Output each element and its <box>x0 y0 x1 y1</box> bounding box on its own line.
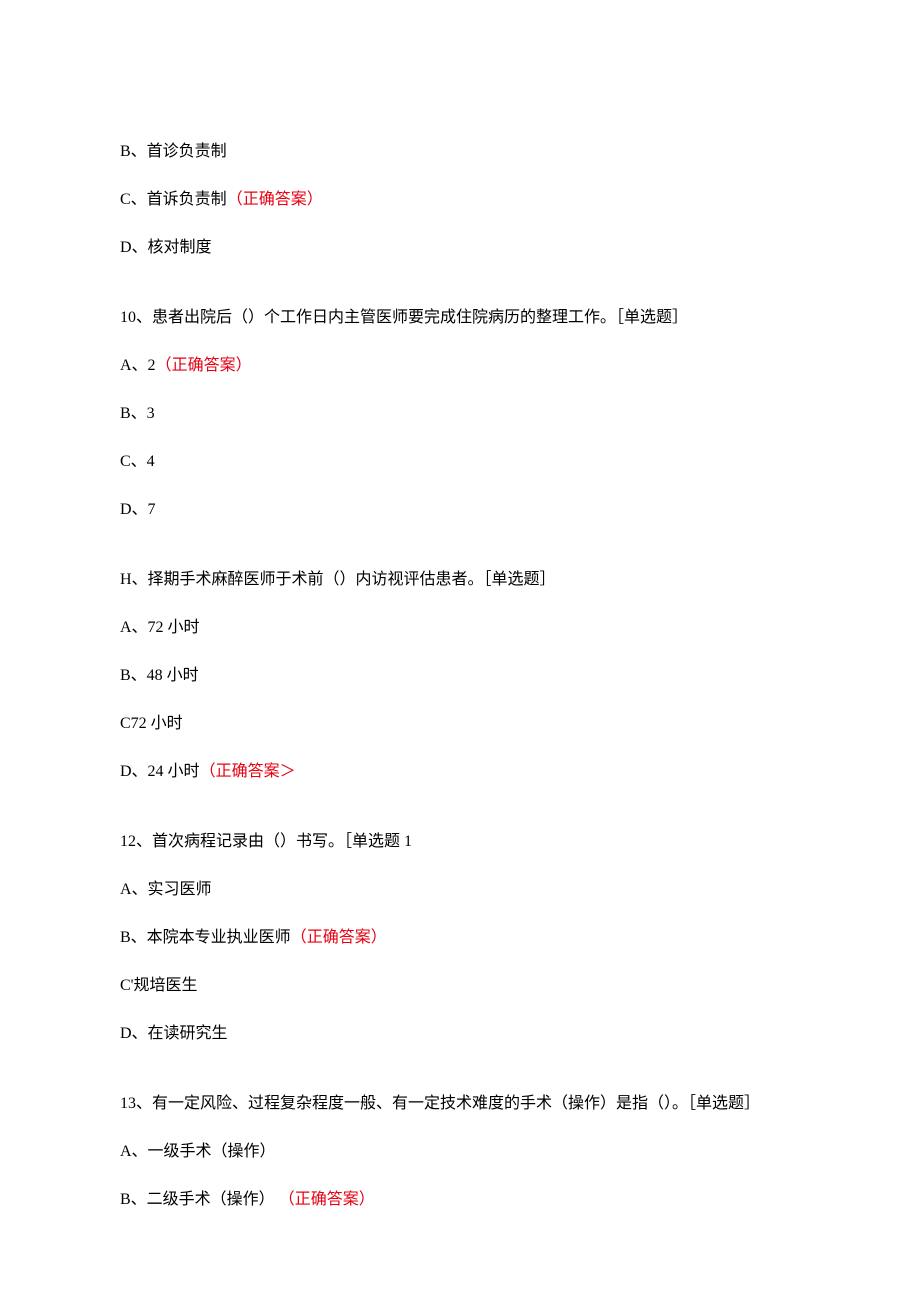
q13-option-a: A、一级手术（操作） <box>120 1140 800 1164</box>
correct-answer-label: （正确答案＞ <box>200 763 296 780</box>
q10-option-d: D、7 <box>120 498 800 522</box>
q12-option-a: A、实习医师 <box>120 878 800 902</box>
correct-answer-label: （正确答案） <box>227 191 323 208</box>
q9-option-b: B、首诊负责制 <box>120 140 800 164</box>
q10-stem: 10、患者出院后（）个工作日内主管医师要完成住院病历的整理工作。［单选题］ <box>120 306 800 330</box>
q10-option-b: B、3 <box>120 402 800 426</box>
q11-option-d: D、24 小时（正确答案＞ <box>120 760 800 784</box>
q11-stem: H、择期手术麻醉医师于术前（）内访视评估患者。［单选题］ <box>120 568 800 592</box>
q10-option-a-text: A、2 <box>120 357 156 374</box>
correct-answer-label: （正确答案） <box>279 1191 375 1208</box>
q12-option-b-text: B、本院本专业执业医师 <box>120 929 291 946</box>
correct-answer-label: （正确答案） <box>156 357 252 374</box>
q12-option-c: C'规培医生 <box>120 974 800 998</box>
q10-option-c: C、4 <box>120 450 800 474</box>
q9-option-c: C、首诉负责制（正确答案） <box>120 188 800 212</box>
q9-option-c-text: C、首诉负责制 <box>120 191 227 208</box>
q13-option-b-text: B、二级手术（操作） <box>120 1191 275 1208</box>
q11-option-d-text: D、24 小时 <box>120 763 200 780</box>
q10-option-a: A、2（正确答案） <box>120 354 800 378</box>
q13-option-b: B、二级手术（操作） （正确答案） <box>120 1188 800 1212</box>
q11-option-b: B、48 小时 <box>120 664 800 688</box>
q11-option-c: C72 小时 <box>120 712 800 736</box>
q11-option-a: A、72 小时 <box>120 616 800 640</box>
q12-option-d: D、在读研究生 <box>120 1022 800 1046</box>
q9-option-d: D、核对制度 <box>120 236 800 260</box>
correct-answer-label: （正确答案） <box>291 929 387 946</box>
q13-stem: 13、有一定风险、过程复杂程度一般、有一定技术难度的手术（操作）是指（）。［单选… <box>120 1092 800 1116</box>
q12-option-b: B、本院本专业执业医师（正确答案） <box>120 926 800 950</box>
q12-stem: 12、首次病程记录由（）书写。［单选题 1 <box>120 830 800 854</box>
